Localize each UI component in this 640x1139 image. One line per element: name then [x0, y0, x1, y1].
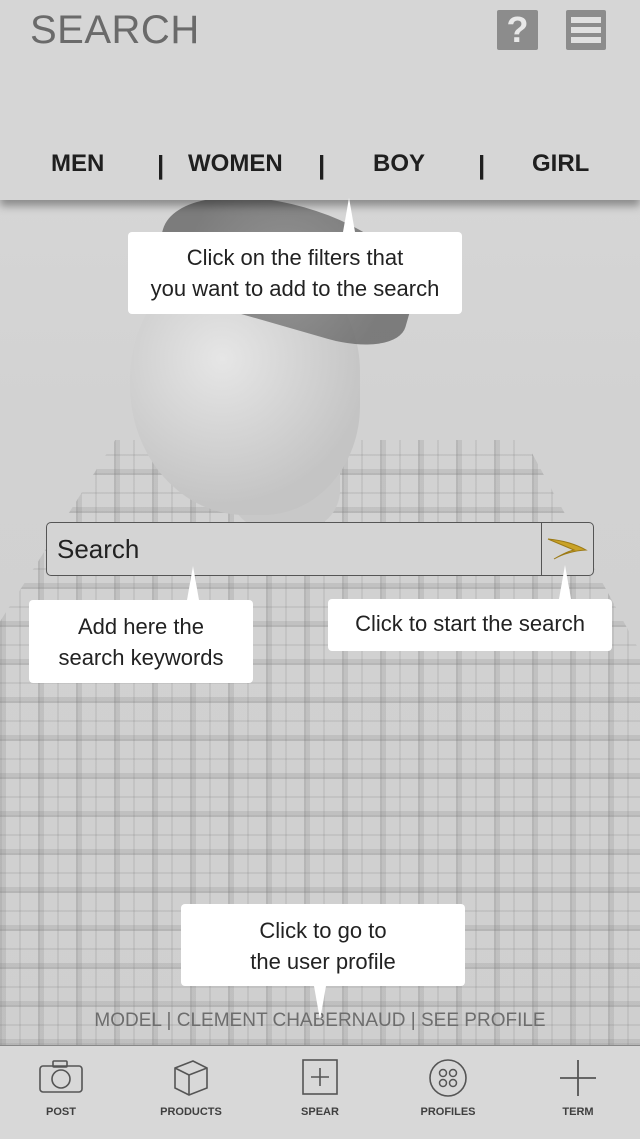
tooltip-text: Click to start the search	[355, 611, 585, 636]
plus-square-icon	[302, 1059, 338, 1095]
tooltip-start-search: Click to start the search	[328, 565, 612, 651]
tab-separator: |	[157, 150, 165, 180]
tab-separator: |	[318, 150, 326, 180]
page-title: SEARCH	[30, 8, 200, 52]
nav-label: SPEAR	[301, 1106, 339, 1118]
nav-term[interactable]: TERM	[514, 1046, 640, 1139]
nav-profiles[interactable]: PROFILES	[384, 1046, 512, 1139]
top-header: SEARCH ? MEN | WOMEN | BOY | GIRL	[0, 0, 640, 200]
camera-icon	[39, 1060, 83, 1093]
tooltip-text: Add here the	[78, 614, 204, 639]
tooltip-text: you want to add to the search	[150, 276, 440, 301]
tooltip-arrow	[314, 986, 326, 1020]
search-input[interactable]	[57, 532, 527, 566]
tooltip-arrow	[559, 565, 571, 599]
tab-boy[interactable]: BOY	[373, 150, 425, 178]
nav-label: POST	[46, 1106, 76, 1118]
tooltip-profile: Click to go to the user profile	[181, 904, 465, 1020]
plus-icon	[560, 1060, 596, 1096]
bottom-nav: POST PRODUCTS SPEAR PROFILES TERM	[0, 1045, 640, 1139]
tooltip-arrow	[187, 566, 199, 600]
tab-girl[interactable]: GIRL	[532, 150, 589, 178]
circles-icon	[429, 1059, 467, 1097]
menu-icon-bar	[571, 27, 601, 33]
tab-men[interactable]: MEN	[51, 150, 104, 178]
tab-separator: |	[478, 150, 486, 180]
tooltip-text: the user profile	[250, 949, 396, 974]
tooltip-arrow	[343, 198, 355, 232]
search-bar	[46, 522, 594, 576]
nav-products[interactable]: PRODUCTS	[127, 1046, 255, 1139]
tab-women[interactable]: WOMEN	[188, 150, 283, 178]
tooltip-keywords: Add here the search keywords	[29, 566, 253, 683]
nav-spear[interactable]: SPEAR	[256, 1046, 384, 1139]
menu-icon-bar	[571, 37, 601, 43]
box-icon	[174, 1060, 208, 1096]
filter-tabs: MEN | WOMEN | BOY | GIRL	[0, 150, 640, 190]
tooltip-text: search keywords	[58, 645, 224, 670]
menu-button[interactable]	[566, 10, 606, 50]
tooltip-filters: Click on the filters that you want to ad…	[128, 198, 462, 314]
nav-label: PRODUCTS	[160, 1106, 222, 1118]
nav-label: TERM	[562, 1106, 594, 1118]
tooltip-text: Click to go to	[259, 918, 387, 943]
tooltip-text: Click on the filters that	[186, 245, 404, 270]
nav-post[interactable]: POST	[0, 1046, 125, 1139]
menu-icon	[571, 17, 601, 23]
help-button[interactable]: ?	[497, 10, 538, 50]
nav-label: PROFILES	[420, 1106, 476, 1118]
